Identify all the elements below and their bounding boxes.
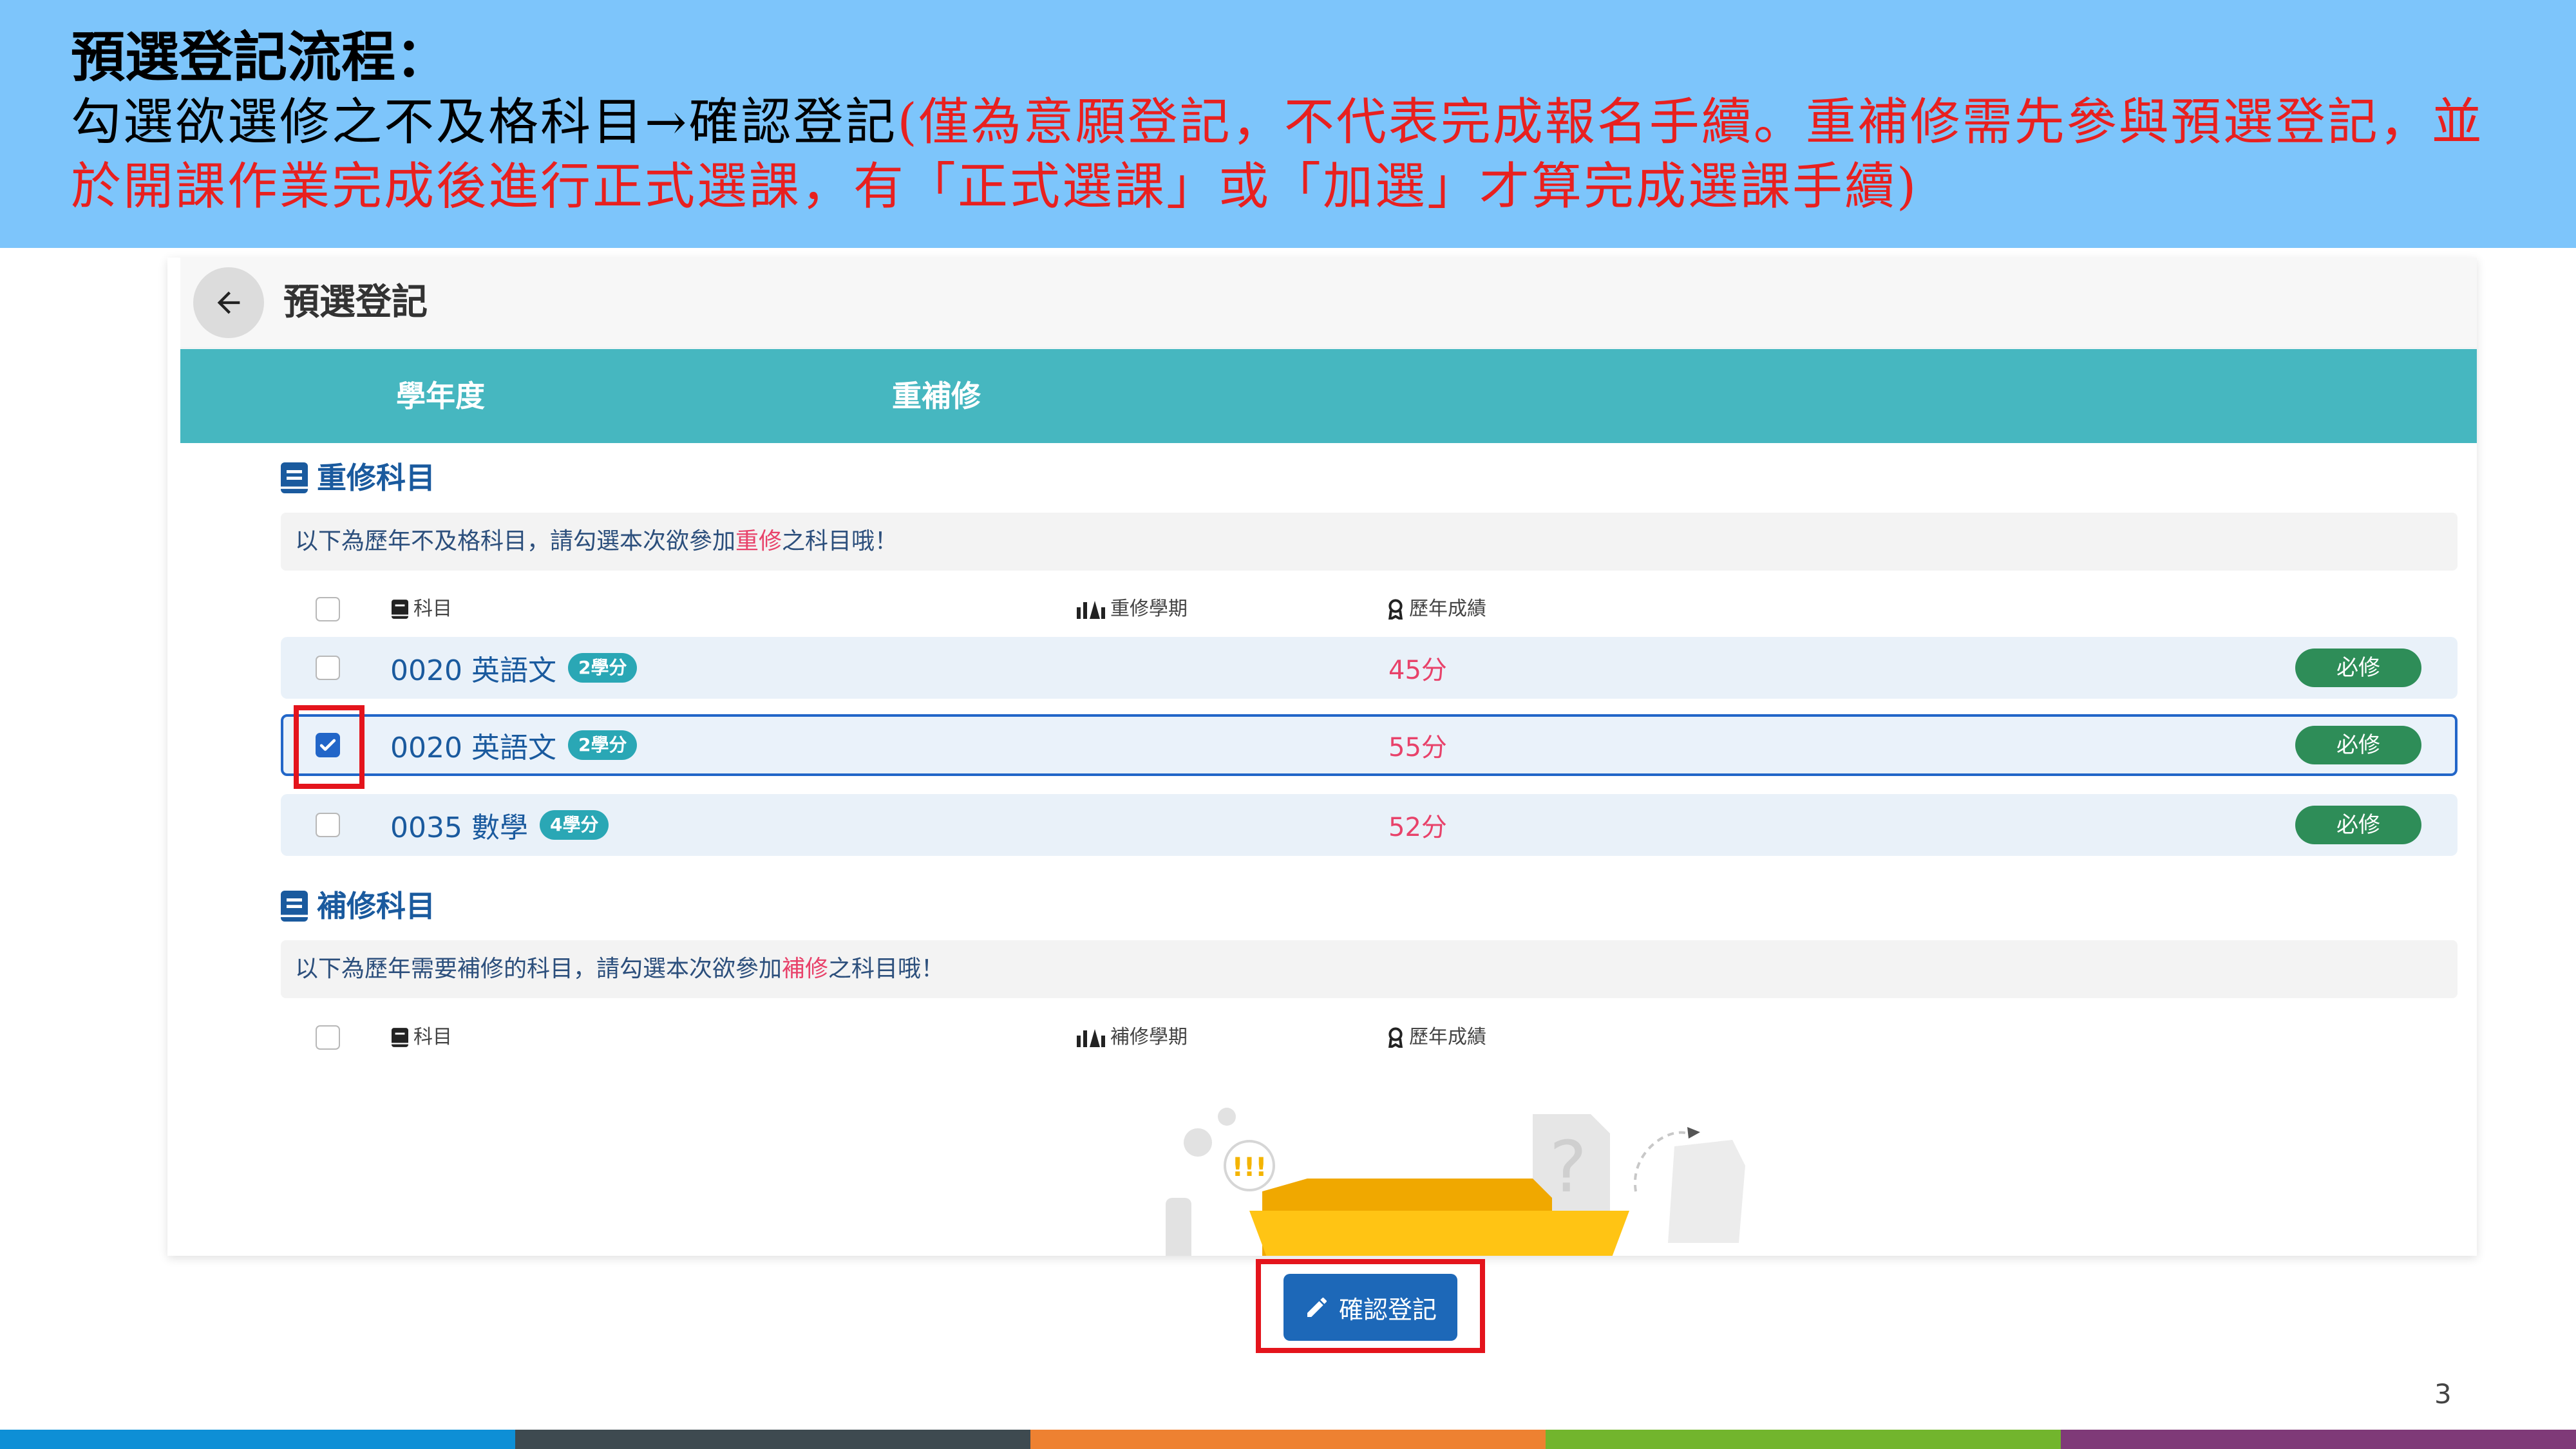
svg-text:!!!: !!! [1232,1153,1267,1182]
book-icon [281,462,308,493]
subject-column-header: 科目 [392,1012,452,1063]
required-badge: 必修 [2295,649,2421,687]
back-button[interactable] [193,267,264,338]
academic-year-label: 學年度 [396,379,485,413]
score-column-header: 歷年成績 [1387,583,1486,635]
makeup-notice-prefix: 以下為歷年需要補修的科目，請勾選本次欲參加 [295,956,782,982]
retake-section-title: 重修科目 [281,455,435,500]
course-title: 0035 數學 [390,811,528,844]
retake-notice-suffix: 之科目哦！ [782,528,898,554]
retake-section-label: 重修科目 [317,460,435,495]
required-badge: 必修 [2295,726,2421,764]
subject-column-label: 科目 [413,1026,452,1048]
required-badge: 必修 [2295,806,2421,844]
score-column-label: 歷年成績 [1409,598,1486,620]
slide-description: 勾選欲選修之不及格科目→確認登記(僅為意願登記，不代表完成報名手續。重補修需先參… [71,90,2518,219]
award-icon [1388,1027,1403,1048]
confirm-registration-button[interactable]: 確認登記 [1283,1274,1457,1341]
makeup-notice: 以下為歷年需要補修的科目，請勾選本次欲參加補修之科目哦！ [281,940,2458,998]
course-checkbox[interactable] [316,656,340,680]
arrow-left-icon [217,291,240,314]
app-screenshot: 預選登記 學年度 重補修 重修科目 以下為歷年不及格科目，請勾選本次欲參加重修之… [167,258,2477,1256]
footer-segment [2061,1430,2576,1449]
makeup-notice-suffix: 之科目哦！ [828,956,945,982]
course-score: 52分 [1388,813,1447,842]
term-column-header: 補修學期 [1077,1012,1188,1063]
course-name: 0020 英語文 2學分 [390,637,638,699]
page-title: 預選登記 [283,281,428,323]
award-icon [1388,599,1403,620]
table-header-bar: 學年度 重補修 [180,349,2477,443]
confirm-button-label: 確認登記 [1338,1295,1437,1324]
top-bar: 預選登記 [180,258,2477,348]
makeup-column-header: 科目 補修學期 歷年成績 [281,1012,2458,1063]
makeup-section-title: 補修科目 [281,884,435,929]
checkbox-highlight-box [294,705,365,789]
makeup-notice-highlight: 補修 [782,956,829,982]
retake-notice-prefix: 以下為歷年不及格科目，請勾選本次欲參加 [295,528,736,554]
makeup-section-label: 補修科目 [317,889,435,923]
score-column-header: 歷年成績 [1387,1012,1486,1063]
retake-notice-highlight: 重修 [735,528,782,554]
course-title: 0020 英語文 [390,654,556,687]
footer-segment [0,1430,515,1449]
table-row: 0020 英語文 2學分 45分 必修 [281,637,2458,699]
book-icon [281,891,308,922]
term-column-label: 重修學期 [1110,598,1188,620]
book-icon [392,1028,408,1047]
footer-segment [1030,1430,1546,1449]
select-all-makeup-checkbox[interactable] [316,1025,340,1050]
course-score: 55分 [1388,733,1447,762]
course-checkbox[interactable] [316,813,340,837]
credit-badge: 2學分 [567,653,638,683]
course-name: 0020 英語文 2學分 [390,717,638,773]
credit-badge: 4學分 [539,810,609,840]
table-row: 0035 數學 4學分 52分 必修 [281,794,2458,856]
subject-column-header: 科目 [392,583,452,635]
page-number: 3 [2434,1378,2452,1410]
subject-column-label: 科目 [413,598,452,620]
slide-header: 預選登記流程： 勾選欲選修之不及格科目→確認登記(僅為意願登記，不代表完成報名手… [0,0,2576,248]
empty-folder-illustration: !!! ? [1166,1108,1745,1256]
chart-bars-icon [1077,601,1105,619]
slide-lead: 勾選欲選修之不及格科目→確認登記 [71,93,898,151]
credit-badge: 2學分 [567,730,638,760]
select-all-retake-checkbox[interactable] [316,597,340,621]
retake-column-header: 科目 重修學期 歷年成績 [281,583,2458,635]
term-column-label: 補修學期 [1110,1026,1188,1048]
footer-color-bar [0,1430,2576,1449]
course-name: 0035 數學 4學分 [390,794,609,856]
table-row: 0020 英語文 2學分 55分 必修 [281,714,2458,776]
score-column-label: 歷年成績 [1409,1026,1486,1048]
retake-type-label: 重補修 [892,379,981,413]
term-column-header: 重修學期 [1077,583,1188,635]
footer-segment [515,1430,1030,1449]
pencil-icon [1307,1297,1327,1317]
svg-text:?: ? [1549,1126,1587,1208]
course-title: 0020 英語文 [390,732,556,764]
retake-notice: 以下為歷年不及格科目，請勾選本次欲參加重修之科目哦！ [281,513,2458,571]
footer-segment [1546,1430,2061,1449]
slide-title: 預選登記流程： [71,25,450,89]
chart-bars-icon [1077,1029,1105,1047]
book-icon [392,600,408,619]
course-score: 45分 [1388,656,1447,685]
